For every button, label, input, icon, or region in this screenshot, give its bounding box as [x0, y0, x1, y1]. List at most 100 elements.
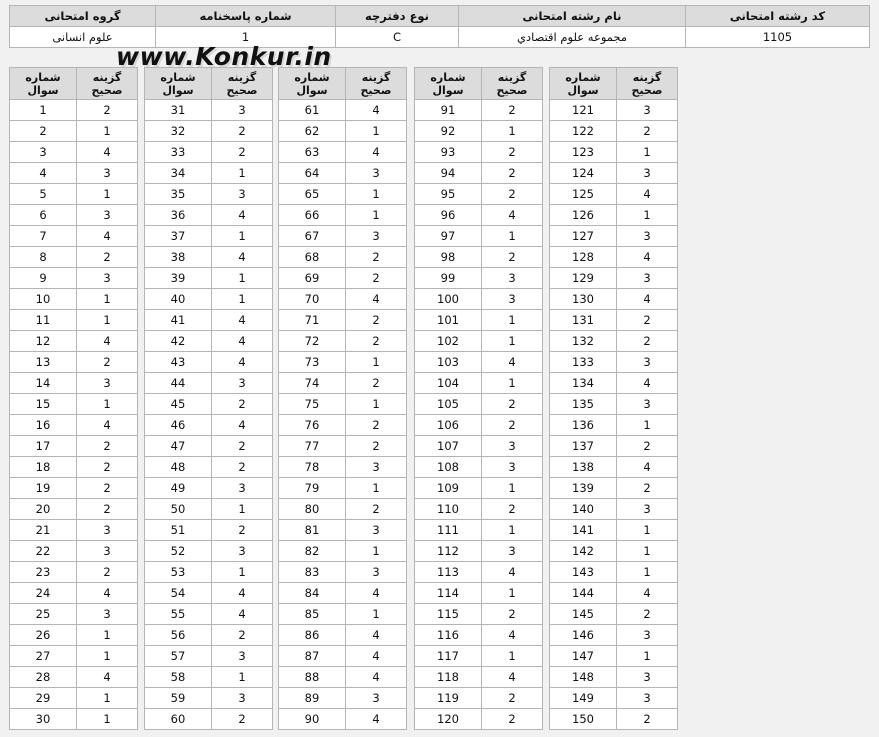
table-row: 17 2: [9, 435, 138, 457]
correct-option: 1: [76, 624, 138, 646]
correct-option: 1: [211, 267, 273, 289]
question-number: 45: [144, 393, 212, 415]
question-number: 31: [144, 99, 212, 121]
correct-option: 2: [481, 162, 543, 184]
question-number: 77: [278, 435, 346, 457]
table-row: 104 1: [414, 372, 543, 394]
question-number: 140: [549, 498, 617, 520]
correct-option: 2: [211, 393, 273, 415]
question-number: 132: [549, 330, 617, 352]
table-row: 77 2: [278, 435, 407, 457]
question-number: 150: [549, 708, 617, 730]
question-number: 83: [278, 561, 346, 583]
table-row: 119 2: [414, 687, 543, 709]
answer-block-2: شماره سوال گزینه صحیح 31 3 32 2 33 2 34 1 35 3 36 4 37…: [144, 67, 273, 730]
table-row: 45 2: [144, 393, 273, 415]
table-row: 113 4: [414, 561, 543, 583]
booklet-type-value: C: [335, 26, 459, 48]
table-row: 32 2: [144, 120, 273, 142]
question-number: 55: [144, 603, 212, 625]
table-row: 43 4: [144, 351, 273, 373]
correct-option: 4: [616, 456, 678, 478]
table-row: 74 2: [278, 372, 407, 394]
correct-option: 4: [616, 246, 678, 268]
question-number: 86: [278, 624, 346, 646]
question-number: 139: [549, 477, 617, 499]
correct-option: 2: [345, 330, 407, 352]
correct-option: 4: [345, 99, 407, 121]
column-header-question-number: شماره سوال: [144, 67, 212, 100]
table-row: 107 3: [414, 435, 543, 457]
table-row: 143 1: [549, 561, 678, 583]
question-number: 62: [278, 120, 346, 142]
table-row: 62 1: [278, 120, 407, 142]
question-number: 134: [549, 372, 617, 394]
correct-option: 1: [616, 561, 678, 583]
question-number: 9: [9, 267, 77, 289]
table-row: 28 4: [9, 666, 138, 688]
exam-field-name-value: مجموعه علوم اقتصادي: [458, 26, 686, 48]
question-number: 47: [144, 435, 212, 457]
question-number: 95: [414, 183, 482, 205]
question-number: 36: [144, 204, 212, 226]
correct-option: 4: [481, 624, 543, 646]
table-row: 30 1: [9, 708, 138, 730]
header-exam-field-name: نام رشته امتحانی: [458, 5, 686, 27]
question-number: 98: [414, 246, 482, 268]
table-row: 31 3: [144, 99, 273, 121]
question-number: 143: [549, 561, 617, 583]
correct-option: 3: [345, 519, 407, 541]
question-number: 141: [549, 519, 617, 541]
question-number: 88: [278, 666, 346, 688]
table-row: 43: [9, 162, 138, 184]
question-number: 20: [9, 498, 77, 520]
correct-option: 2: [345, 414, 407, 436]
question-number: 58: [144, 666, 212, 688]
question-number: 30: [9, 708, 77, 730]
question-number: 146: [549, 624, 617, 646]
table-row: 25 3: [9, 603, 138, 625]
question-number: 109: [414, 477, 482, 499]
correct-option: 3: [616, 267, 678, 289]
correct-option: 1: [616, 519, 678, 541]
header-exam-field-code: کد رشته امتحانی: [685, 5, 870, 27]
correct-option: 1: [76, 645, 138, 667]
correct-option: 2: [76, 477, 138, 499]
table-row: 75 1: [278, 393, 407, 415]
table-row: 14 3: [9, 372, 138, 394]
table-row: 90 4: [278, 708, 407, 730]
column-header-correct-option: گزینه صحیح: [76, 67, 138, 100]
table-row: 52 3: [144, 540, 273, 562]
correct-option: 4: [211, 582, 273, 604]
table-row: 112 3: [414, 540, 543, 562]
correct-option: 4: [345, 141, 407, 163]
table-row: 120 2: [414, 708, 543, 730]
table-row: 56 2: [144, 624, 273, 646]
table-row: 15 1: [9, 393, 138, 415]
question-number: 108: [414, 456, 482, 478]
correct-option: 3: [481, 288, 543, 310]
table-row: 117 1: [414, 645, 543, 667]
correct-option: 2: [345, 246, 407, 268]
question-number: 113: [414, 561, 482, 583]
question-number: 128: [549, 246, 617, 268]
table-row: 137 2: [549, 435, 678, 457]
table-row: 59 3: [144, 687, 273, 709]
question-number: 111: [414, 519, 482, 541]
table-row: 130 4: [549, 288, 678, 310]
correct-option: 3: [211, 645, 273, 667]
question-number: 89: [278, 687, 346, 709]
table-row: 124 3: [549, 162, 678, 184]
table-row: 131 2: [549, 309, 678, 331]
correct-option: 3: [211, 99, 273, 121]
correct-option: 2: [345, 267, 407, 289]
correct-option: 2: [616, 708, 678, 730]
table-row: 126 1: [549, 204, 678, 226]
correct-option: 3: [616, 393, 678, 415]
correct-option: 1: [481, 225, 543, 247]
question-number: 38: [144, 246, 212, 268]
question-number: 66: [278, 204, 346, 226]
table-row: 109 1: [414, 477, 543, 499]
correct-option: 4: [76, 141, 138, 163]
table-row: 145 2: [549, 603, 678, 625]
